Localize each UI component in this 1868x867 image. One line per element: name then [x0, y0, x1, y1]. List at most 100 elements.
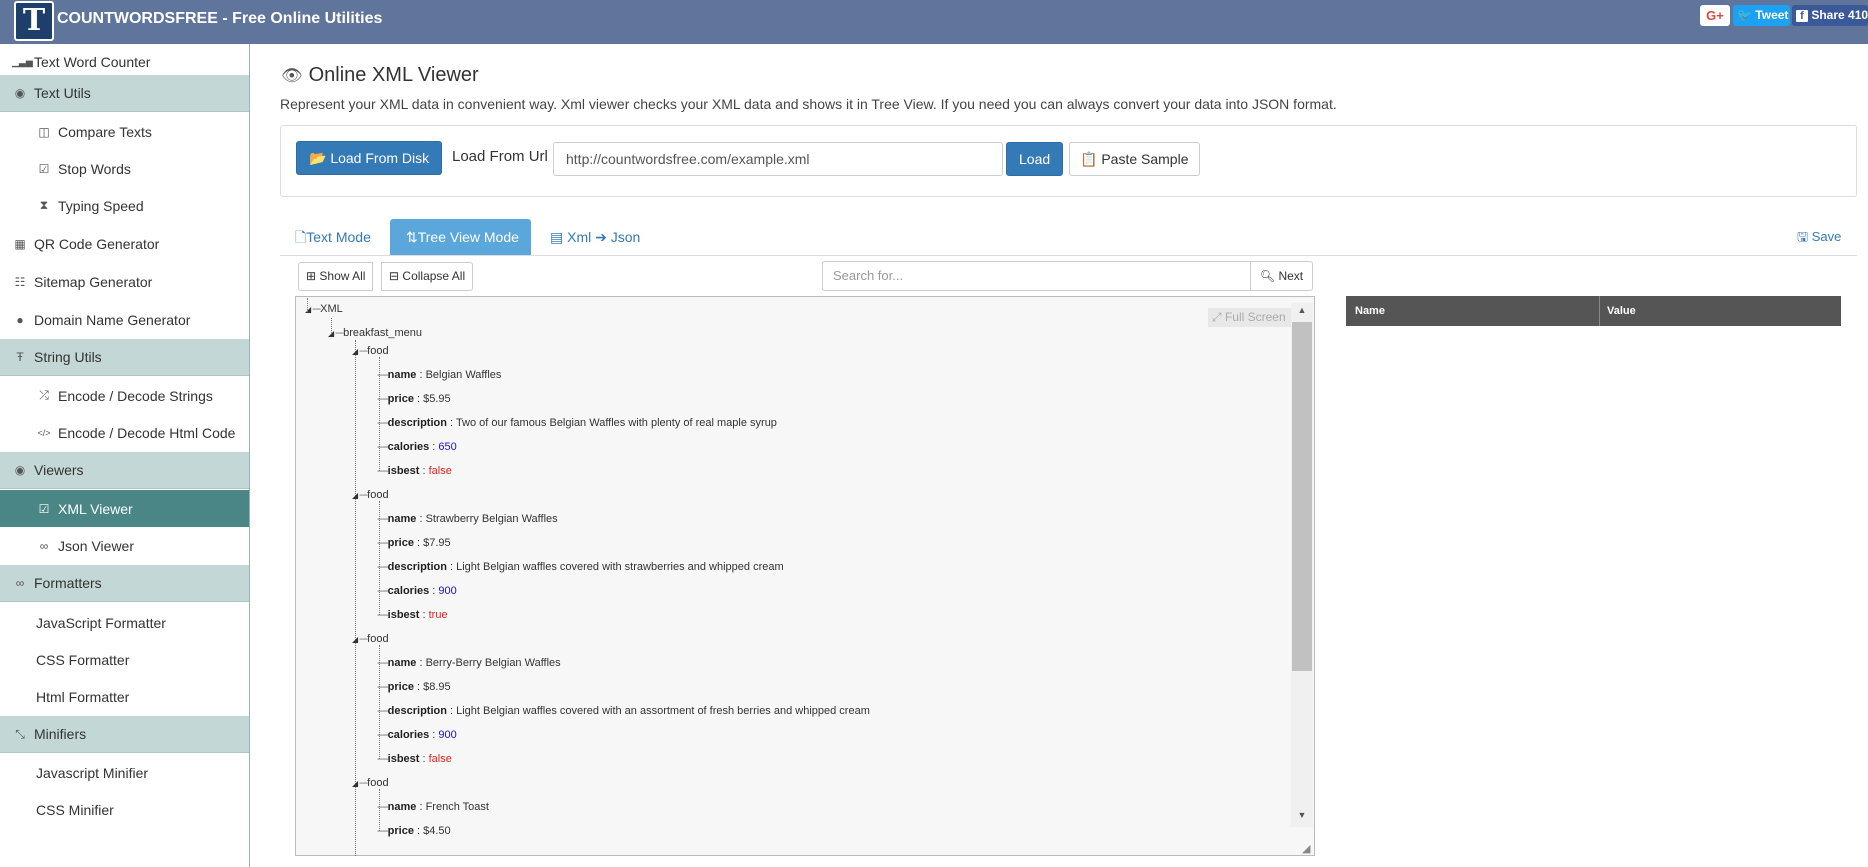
sidebar-item-text-utils[interactable]: ◉ Text Utils [0, 75, 249, 112]
facebook-share-button[interactable]: f Share 410 [1792, 5, 1868, 26]
tree-node-food[interactable]: ◢---food [352, 775, 389, 791]
resize-handle-icon[interactable]: ◢ [1302, 842, 1310, 855]
globe-icon: ● [16, 313, 24, 327]
tree-leaf-isbest[interactable]: ----isbest : false [377, 463, 452, 479]
site-brand[interactable]: COUNTWORDSFREE - Free Online Utilities [57, 10, 382, 28]
save-button[interactable]: 🖫 Save [1797, 228, 1841, 250]
sidebar-item-domain-name-generator[interactable]: ● Domain Name Generator [0, 301, 249, 339]
tree-node-breakfast-menu[interactable]: ◢---breakfast_menu [328, 325, 422, 341]
tree-node-food[interactable]: ◢---food [352, 343, 389, 359]
sidebar-item-label: QR Code Generator [34, 236, 160, 252]
tree-leaf-description[interactable]: ----description : Two of our famous Belg… [377, 415, 777, 431]
sidebar-item-label: Javascript Minifier [36, 764, 149, 781]
sidebar-item-css-formatter[interactable]: CSS Formatter [0, 641, 249, 678]
tree-leaf-description[interactable]: ----description : Light Belgian waffles … [377, 559, 784, 575]
sidebar-item-qr-code-generator[interactable]: ▦ QR Code Generator [0, 225, 249, 263]
sidebar-item-label: Stop Words [58, 160, 131, 177]
sidebar: ▁▃▅ Text Word Counter ◉ Text Utils ◫ Compare … [0, 44, 250, 867]
share-label: Share 410 [1811, 8, 1868, 22]
tree-leaf-name[interactable]: ----name : Berry-Berry Belgian Waffles [377, 655, 561, 671]
tree-leaf-name[interactable]: ----name : French Toast [377, 799, 489, 815]
search-next-button[interactable]: 🔍︎ Next [1250, 261, 1313, 291]
save-icon: 🖫 [1797, 229, 1809, 244]
sidebar-item-label: Encode / Decode Strings [58, 387, 213, 404]
scroll-up-icon[interactable]: ▲ [1295, 305, 1309, 315]
sidebar-item-xml-viewer[interactable]: ☑ XML Viewer [0, 490, 249, 527]
load-from-url-label: Load From Url [452, 148, 548, 165]
tree-leaf-price[interactable]: ----price : $4.50 [377, 823, 451, 839]
sidebar-item-encode-decode-strings[interactable]: ⤮ Encode / Decode Strings [0, 377, 249, 414]
tweet-label: Tweet [1755, 8, 1789, 22]
sort-icon: ⇅ [406, 229, 418, 245]
sidebar-item-formatters[interactable]: ∞ Formatters [0, 565, 249, 602]
tree-leaf-calories[interactable]: ----calories : 900 [377, 583, 457, 599]
sidebar-item-label: Formatters [34, 575, 102, 591]
code-icon: </> [37, 427, 51, 438]
sidebar-item-label: Sitemap Generator [34, 274, 153, 290]
tree-scrollbar-thumb[interactable] [1292, 322, 1312, 671]
page-description: Represent your XML data in convenient wa… [280, 96, 1337, 112]
eye-icon: ◉ [14, 463, 26, 477]
collapse-all-button[interactable]: ⊟ Collapse All [381, 262, 474, 291]
sidebar-item-label: XML Viewer [58, 500, 133, 517]
expand-icon: ⤢ [1212, 310, 1222, 324]
google-plus-button[interactable]: G+ [1700, 5, 1730, 26]
site-logo[interactable]: T [14, 1, 54, 41]
collapse-arrow-icon: ◢ [328, 329, 335, 338]
sidebar-item-compare-texts[interactable]: ◫ Compare Texts [0, 113, 249, 150]
sidebar-item-sitemap-generator[interactable]: ☷ Sitemap Generator [0, 263, 249, 301]
url-input[interactable]: http://countwordsfree.com/example.xml [553, 142, 1003, 176]
load-button[interactable]: Load [1006, 142, 1064, 176]
tweet-button[interactable]: 🐦 Tweet [1733, 5, 1790, 26]
sidebar-item-css-minifier[interactable]: CSS Minifier [0, 791, 249, 828]
sidebar-item-viewers[interactable]: ◉ Viewers [0, 452, 249, 489]
tree-leaf-isbest[interactable]: ----isbest : false [377, 751, 452, 767]
properties-value-header: Value [1607, 305, 1636, 317]
bar-chart-icon: ▁▃▅ [12, 56, 33, 67]
search-icon: 🔍︎ [1259, 269, 1276, 283]
sidebar-item-minifiers[interactable]: ⤡ Minifiers [0, 716, 249, 753]
tree-leaf-price[interactable]: ----price : $7.95 [377, 535, 451, 551]
sidebar-item-javascript-minifier[interactable]: Javascript Minifier [0, 754, 249, 791]
tree-leaf-description[interactable]: ----description : Light Belgian waffles … [377, 703, 870, 719]
tree-connector [379, 357, 380, 471]
shuffle-icon: ⤮ [39, 388, 49, 402]
tree-node-food[interactable]: ◢---food [352, 631, 389, 647]
sidebar-item-json-viewer[interactable]: ∞ Json Viewer [0, 527, 249, 564]
sidebar-item-html-formatter[interactable]: Html Formatter [0, 678, 249, 715]
sidebar-item-typing-speed[interactable]: ⧗ Typing Speed [0, 187, 249, 224]
tree-leaf-price[interactable]: ----price : $5.95 [377, 391, 451, 407]
sidebar-item-label: Domain Name Generator [34, 312, 191, 328]
tree-leaf-calories[interactable]: ----calories : 650 [377, 439, 457, 455]
scroll-down-icon[interactable]: ▼ [1295, 810, 1309, 820]
properties-table-header: Name Value [1346, 296, 1841, 326]
tree-node-food[interactable]: ◢---food [352, 487, 389, 503]
clipboard-icon: 📋 [1080, 151, 1098, 167]
tree-leaf-price[interactable]: ----price : $8.95 [377, 679, 451, 695]
sidebar-item-string-utils[interactable]: Ŧ String Utils [0, 339, 249, 376]
tab-xml-to-json[interactable]: ▤ Xml ➔ Json [542, 219, 648, 256]
tree-leaf-name[interactable]: ----name : Strawberry Belgian Waffles [377, 511, 558, 527]
qrcode-icon: ▦ [14, 237, 26, 251]
tabs-divider [280, 255, 1857, 256]
load-from-disk-button[interactable]: 📂 Load From Disk [296, 141, 443, 175]
full-screen-button[interactable]: ⤢ Full Screen [1208, 308, 1292, 327]
sidebar-item-label: Compare Texts [58, 123, 152, 140]
tree-leaf-calories[interactable]: ----calories : 900 [377, 727, 457, 743]
tab-tree-view-mode[interactable]: ⇅Tree View Mode [390, 219, 531, 256]
sidebar-item-stop-words[interactable]: ☑ Stop Words [0, 150, 249, 187]
paste-sample-button[interactable]: 📋 Paste Sample [1069, 142, 1200, 176]
tree-leaf-isbest[interactable]: ----isbest : true [377, 607, 448, 623]
tab-text-mode[interactable]: 🗋Text Mode [287, 219, 379, 256]
sidebar-item-encode-decode-html-code[interactable]: </> Encode / Decode Html Code [0, 414, 249, 451]
minus-square-icon: ⊟ [389, 269, 400, 283]
sidebar-item-label: Html Formatter [36, 688, 130, 705]
tree-node-root[interactable]: ◢---XML [305, 301, 343, 317]
text-cursor-icon: Ŧ [16, 350, 24, 364]
sidebar-item-javascript-formatter[interactable]: JavaScript Formatter [0, 604, 249, 641]
tree-leaf-name[interactable]: ----name : Belgian Waffles [377, 367, 501, 383]
collapse-arrow-icon: ◢ [352, 635, 359, 644]
show-all-button[interactable]: ⊞ Show All [298, 262, 374, 291]
collapse-arrow-icon: ◢ [352, 491, 359, 500]
tree-search-input[interactable]: Search for... [822, 261, 1251, 291]
